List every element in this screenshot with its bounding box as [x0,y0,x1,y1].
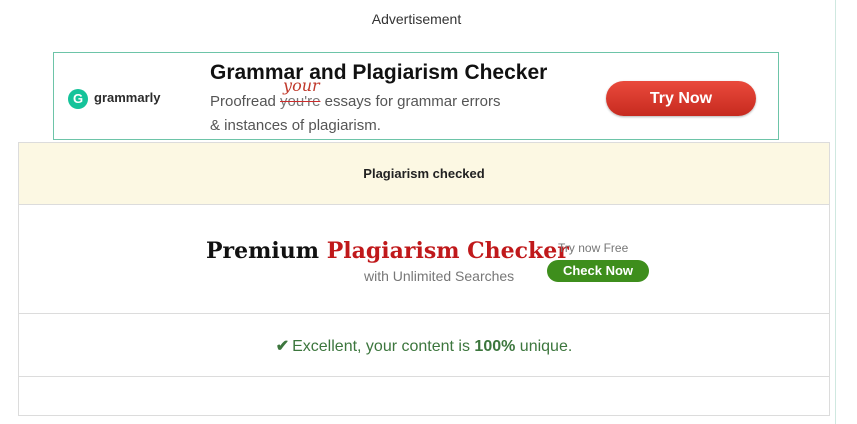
ad-description-line2: & instances of plagiarism. [210,117,381,134]
grammarly-logo-icon: G [68,89,88,109]
handwritten-correction: your [283,76,320,95]
unique-percent: 100% [474,338,516,355]
plagiarism-result-panel: Plagiarism checked Premium Plagiarism Ch… [18,142,830,416]
ad-description-line1: Proofread your you're essays for grammar … [210,76,501,110]
premium-title: Premium Plagiarism Checker [206,238,569,264]
empty-row [19,377,829,415]
advertisement-label: Advertisement [371,11,462,27]
uniqueness-result-row: ✔ Excellent, your content is 100% unique. [19,314,829,377]
struck-word: your you're [280,76,321,110]
try-now-button[interactable]: Try Now [606,81,756,116]
try-free-label: Try now Free [558,241,629,255]
ad-title: Grammar and Plagiarism Checker [210,61,548,84]
result-header: Plagiarism checked [19,143,829,205]
premium-promo-row: Premium Plagiarism Checker with Unlimite… [19,205,829,314]
check-now-button[interactable]: Check Now [547,260,649,282]
checkmark-icon: ✔ [275,338,290,355]
page-right-border [835,0,836,424]
grammarly-ad-banner[interactable]: G grammarly Grammar and Plagiarism Check… [53,52,779,140]
result-header-text: Plagiarism checked [363,166,485,181]
grammarly-brand-name: grammarly [94,90,161,105]
premium-subtitle: with Unlimited Searches [364,268,515,284]
uniqueness-result-text: ✔ Excellent, your content is 100% unique. [275,338,573,355]
